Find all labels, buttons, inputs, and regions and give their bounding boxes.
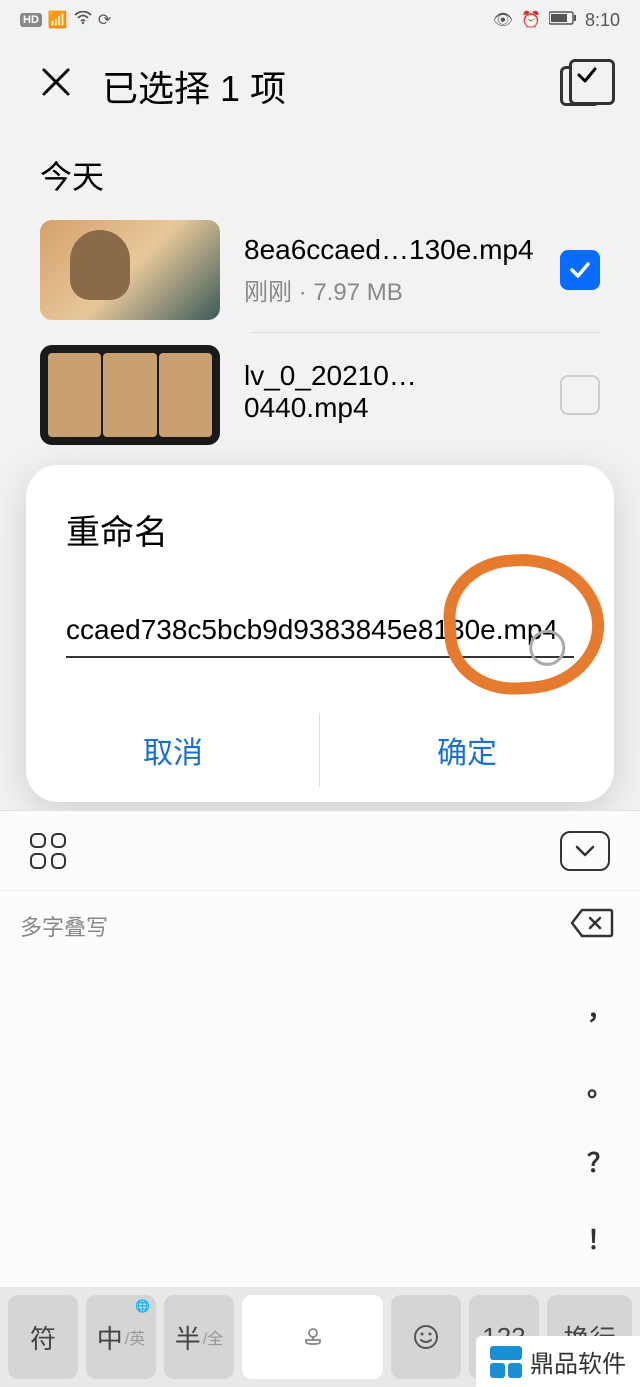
file-checkbox[interactable] (560, 250, 600, 290)
status-left: HD 📶 ⟳ (20, 10, 111, 30)
signal-icon: 📶 (48, 10, 68, 30)
status-right: 👁 ⏰ 8:10 (493, 10, 620, 31)
selection-header: 已选择 1 项 (0, 40, 640, 132)
ime-handwriting-area[interactable]: ， 。 ？ ！ (0, 960, 640, 1287)
watermark-logo-icon (490, 1346, 522, 1378)
key-exclaim[interactable]: ！ (587, 1220, 613, 1257)
key-period[interactable]: 。 (587, 1067, 613, 1104)
key-comma[interactable]: ， (587, 990, 613, 1027)
key-space[interactable] (242, 1295, 383, 1379)
cancel-button[interactable]: 取消 (26, 698, 320, 802)
file-row[interactable]: 8ea6ccaed…130e.mp4 刚刚 · 7.97 MB (0, 208, 640, 332)
video-thumbnail (40, 345, 220, 445)
key-emoji[interactable] (391, 1295, 461, 1379)
ime-collapse-button[interactable] (560, 831, 610, 871)
ime-side-keys: ， 。 ？ ！ (560, 960, 640, 1287)
file-name: 8ea6ccaed…130e.mp4 (244, 234, 536, 266)
key-language[interactable]: 中/英🌐 (86, 1295, 156, 1379)
file-checkbox[interactable] (560, 375, 600, 415)
file-info: lv_0_20210…0440.mp4 (244, 360, 536, 430)
wifi-icon (74, 11, 92, 30)
key-symbol[interactable]: 符 (8, 1295, 78, 1379)
key-question[interactable]: ？ (587, 1143, 613, 1180)
alarm-icon: ⏰ (521, 10, 541, 30)
watermark: 鼎品软件 (476, 1336, 640, 1387)
page-title: 已选择 1 项 (102, 60, 286, 112)
status-bar: HD 📶 ⟳ 👁 ⏰ 8:10 (0, 0, 640, 40)
file-info: 8ea6ccaed…130e.mp4 刚刚 · 7.97 MB (244, 234, 536, 307)
ime-toolbar (0, 810, 640, 890)
sync-icon: ⟳ (98, 10, 111, 30)
section-today: 今天 (0, 132, 640, 208)
file-row[interactable]: lv_0_20210…0440.mp4 (0, 333, 640, 457)
dialog-title: 重命名 (26, 505, 614, 584)
eye-icon: 👁 (493, 10, 513, 30)
clock-text: 8:10 (585, 10, 620, 31)
key-halfwidth[interactable]: 半/全 (164, 1295, 234, 1379)
file-meta: 刚刚 · 7.97 MB (244, 272, 536, 307)
watermark-text: 鼎品软件 (530, 1344, 626, 1379)
ime-candidate-bar: 多字叠写 (0, 890, 640, 960)
confirm-button[interactable]: 确定 (320, 698, 614, 802)
backspace-icon[interactable] (570, 908, 620, 943)
battery-icon (549, 11, 577, 30)
close-icon[interactable] (40, 65, 72, 108)
rename-dialog: 重命名 取消 确定 (26, 465, 614, 802)
hd-icon: HD (20, 13, 42, 27)
ime-grid-icon[interactable] (30, 833, 66, 869)
select-all-button[interactable] (560, 66, 600, 106)
candidate-hint: 多字叠写 (20, 910, 108, 942)
file-name: lv_0_20210…0440.mp4 (244, 360, 536, 424)
video-thumbnail (40, 220, 220, 320)
rename-input[interactable] (66, 604, 574, 658)
